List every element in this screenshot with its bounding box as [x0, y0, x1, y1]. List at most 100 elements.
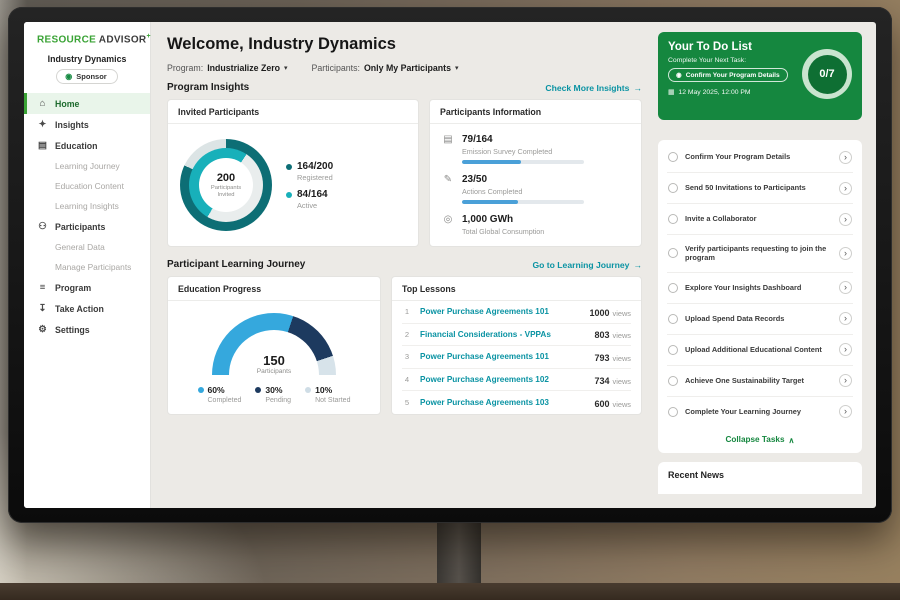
task-item[interactable]: Explore Your Insights Dashboard › — [667, 273, 853, 304]
progress-track — [462, 200, 584, 204]
program-insights-header: Program Insights Check More Insights → — [167, 82, 642, 93]
chevron-down-icon: ▾ — [284, 64, 288, 72]
section-title: Program Insights — [167, 82, 249, 93]
lesson-row[interactable]: 5 Power Purchase Agreements 103 600views — [402, 391, 631, 414]
lesson-title-link[interactable]: Financial Considerations - VPPAs — [420, 330, 586, 339]
task-item[interactable]: Achieve One Sustainability Target › — [667, 366, 853, 397]
participants-dropdown[interactable]: Participants: Only My Participants ▾ — [312, 63, 459, 73]
arrow-right-icon: → — [633, 83, 642, 93]
legend-dot — [255, 387, 261, 393]
task-checkbox[interactable] — [668, 345, 678, 355]
invited-donut-chart: 200 Participants Invited — [180, 139, 272, 231]
lesson-rank: 1 — [402, 307, 412, 316]
legend-dot — [198, 387, 204, 393]
calendar-icon: ▦ — [668, 88, 674, 96]
sidebar-item-label: Take Action — [55, 304, 104, 314]
task-checkbox[interactable] — [668, 314, 678, 324]
task-item[interactable]: Confirm Your Program Details › — [667, 142, 853, 173]
consumption-pin-icon: ◎ — [442, 214, 454, 236]
task-checkbox[interactable] — [668, 248, 678, 258]
task-checkbox[interactable] — [668, 152, 678, 162]
link-label: Go to Learning Journey — [532, 260, 629, 270]
education-gauge-chart: 150 Participants — [212, 313, 336, 375]
stat-value: 79/164 — [462, 134, 584, 145]
todo-panel: Your To Do List Complete Your Next Task:… — [654, 22, 876, 508]
legend-item: 10% Not Started — [305, 385, 350, 404]
participants-information-card: Participants Information ▤ 79/164 Emissi… — [429, 99, 642, 247]
collapse-tasks-link[interactable]: Collapse Tasks ∧ — [667, 427, 853, 450]
todo-summary-card: Your To Do List Complete Your Next Task:… — [658, 32, 862, 120]
todo-progress-value: 0/7 — [808, 55, 847, 94]
chevron-right-icon[interactable]: › — [839, 182, 852, 195]
task-item[interactable]: Invite a Collaborator › — [667, 204, 853, 235]
sidebar-item-take-action[interactable]: ↧ Take Action — [24, 298, 150, 319]
lesson-rank: 5 — [402, 398, 412, 407]
lesson-title-link[interactable]: Power Purchase Agreements 103 — [420, 398, 586, 407]
lesson-rank: 4 — [402, 375, 412, 384]
task-checkbox[interactable] — [668, 376, 678, 386]
section-title: Participant Learning Journey — [167, 259, 305, 270]
chevron-right-icon[interactable]: › — [839, 312, 852, 325]
stat-value: 1,000 GWh — [462, 214, 544, 225]
donut-center-label: Participants Invited — [205, 185, 247, 199]
legend-item: 84/164 Active — [286, 189, 333, 210]
task-checkbox[interactable] — [668, 407, 678, 417]
main-content: Welcome, Industry Dynamics Program: Indu… — [151, 22, 654, 508]
lesson-row[interactable]: 2 Financial Considerations - VPPAs 803vi… — [402, 324, 631, 347]
stat-row: ◎ 1,000 GWh Total Global Consumption — [442, 214, 629, 236]
chevron-right-icon[interactable]: › — [839, 247, 852, 260]
chevron-right-icon[interactable]: › — [839, 374, 852, 387]
task-item[interactable]: Upload Additional Educational Content › — [667, 335, 853, 366]
lesson-row[interactable]: 1 Power Purchase Agreements 101 1000view… — [402, 301, 631, 324]
sidebar-item-education-content[interactable]: Education Content — [24, 176, 150, 196]
sidebar-item-program[interactable]: ≡ Program — [24, 277, 150, 298]
lesson-row[interactable]: 4 Power Purchase Agreements 102 734views — [402, 369, 631, 392]
sidebar-item-participants[interactable]: ⚇ Participants — [24, 216, 150, 237]
chevron-right-icon[interactable]: › — [839, 151, 852, 164]
sidebar-item-insights[interactable]: ✦ Insights — [24, 114, 150, 135]
program-dropdown[interactable]: Program: Industrialize Zero ▾ — [167, 63, 288, 73]
sidebar-item-education[interactable]: ▤ Education — [24, 135, 150, 156]
card-title: Invited Participants — [168, 100, 418, 124]
lesson-row[interactable]: 3 Power Purchase Agreements 101 793views — [402, 346, 631, 369]
chevron-right-icon[interactable]: › — [839, 343, 852, 356]
top-lessons-card: Top Lessons 1 Power Purchase Agreements … — [391, 276, 642, 415]
lesson-title-link[interactable]: Power Purchase Agreements 102 — [420, 375, 586, 384]
legend-item: 164/200 Registered — [286, 161, 333, 182]
task-item[interactable]: Verify participants requesting to join t… — [667, 235, 853, 273]
task-checkbox[interactable] — [668, 183, 678, 193]
chevron-right-icon[interactable]: › — [839, 281, 852, 294]
sidebar-item-settings[interactable]: ⚙ Settings — [24, 319, 150, 340]
education-progress-card: Education Progress 150 Participants — [167, 276, 381, 415]
page-title: Welcome, Industry Dynamics — [167, 35, 642, 54]
task-item[interactable]: Complete Your Learning Journey › — [667, 397, 853, 427]
sidebar-item-manage-participants[interactable]: Manage Participants — [24, 257, 150, 277]
chevron-right-icon[interactable]: › — [839, 405, 852, 418]
participants-label: Participants: — [312, 63, 360, 73]
task-item[interactable]: Upload Spend Data Records › — [667, 304, 853, 335]
sidebar-item-learning-insights[interactable]: Learning Insights — [24, 196, 150, 216]
sidebar-item-learning-journey[interactable]: Learning Journey — [24, 156, 150, 176]
task-item[interactable]: Send 50 Invitations to Participants › — [667, 173, 853, 204]
logo-primary: RESOURCE — [37, 34, 96, 45]
sidebar-item-home[interactable]: ⌂ Home — [24, 93, 150, 114]
recent-news-card[interactable]: Recent News — [658, 462, 862, 494]
sidebar: RESOURCE ADVISOR+ Industry Dynamics ◉ Sp… — [24, 22, 151, 508]
check-more-insights-link[interactable]: Check More Insights → — [545, 83, 642, 93]
progress-fill — [462, 160, 521, 164]
chevron-down-icon: ▾ — [455, 64, 459, 72]
lesson-title-link[interactable]: Power Purchase Agreements 101 — [420, 307, 581, 316]
lesson-title-link[interactable]: Power Purchase Agreements 101 — [420, 352, 586, 361]
next-task-pill[interactable]: ◉ Confirm Your Program Details — [668, 68, 788, 82]
task-checkbox[interactable] — [668, 283, 678, 293]
sidebar-item-label: Insights — [55, 120, 89, 130]
go-to-learning-journey-link[interactable]: Go to Learning Journey → — [532, 260, 642, 270]
task-checkbox[interactable] — [668, 214, 678, 224]
sponsor-badge[interactable]: ◉ Sponsor — [56, 69, 117, 84]
legend-dot — [286, 192, 292, 198]
actions-icon: ✎ — [442, 174, 454, 204]
chevron-right-icon[interactable]: › — [839, 213, 852, 226]
sidebar-item-general-data[interactable]: General Data — [24, 237, 150, 257]
legend-label: Active — [297, 201, 328, 210]
legend-value: 84/164 — [297, 189, 328, 200]
